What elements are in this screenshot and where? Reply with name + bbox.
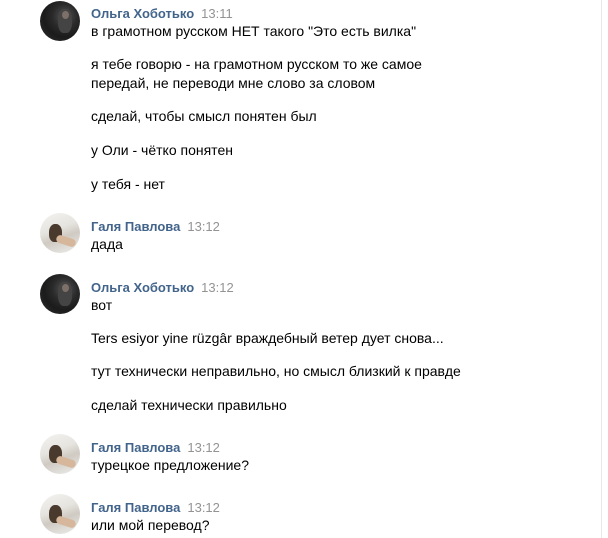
message-text: я тебе говорю - на грамотном русском то … (91, 56, 422, 72)
message-header: Галя Павлова 13:12 (91, 437, 220, 455)
avatar-face-shape (62, 11, 69, 19)
message-text: турецкое предложение? (91, 457, 249, 473)
message-header: Ольга Хоботько 13:12 (91, 277, 234, 295)
message-time[interactable]: 13:12 (187, 440, 220, 455)
message-text: тут технически неправильно, но смысл бли… (91, 363, 461, 379)
message-time[interactable]: 13:12 (187, 219, 220, 234)
message-header: Ольга Хоботько 13:11 (91, 3, 233, 21)
author-name[interactable]: Галя Павлова (91, 219, 180, 234)
avatar[interactable] (40, 1, 80, 41)
panel-border (601, 0, 602, 538)
avatar-face-shape (62, 284, 69, 292)
avatar[interactable] (40, 213, 80, 253)
author-name[interactable]: Галя Павлова (91, 500, 180, 515)
message-text: или мой перевод? (91, 517, 210, 533)
message-text: в грамотном русском НЕТ такого "Это есть… (91, 23, 417, 39)
message-time[interactable]: 13:12 (201, 280, 234, 295)
message-text: дада (91, 236, 123, 252)
avatar[interactable] (40, 274, 80, 314)
message-time[interactable]: 13:11 (201, 6, 233, 21)
message-header: Галя Павлова 13:12 (91, 216, 220, 234)
message-header: Галя Павлова 13:12 (91, 497, 220, 515)
avatar-arm-shape (55, 455, 77, 469)
avatar-arm-shape (55, 234, 77, 248)
message-text: передай, не переводи мне слово за словом (91, 75, 376, 91)
message-text: сделай, чтобы смысл понятен был (91, 108, 317, 124)
message-time[interactable]: 13:12 (187, 500, 220, 515)
avatar-arm-shape (55, 515, 77, 529)
message-text: сделай технически правильно (91, 397, 287, 413)
message-text: Ters esiyor yine rüzgâr враждебный ветер… (91, 330, 444, 346)
message-text: у тебя - нет (91, 176, 165, 192)
author-name[interactable]: Ольга Хоботько (91, 280, 194, 295)
avatar[interactable] (40, 434, 80, 474)
author-name[interactable]: Ольга Хоботько (91, 6, 194, 21)
message-text: у Оли - чётко понятен (91, 142, 233, 158)
message-text: вот (91, 297, 113, 313)
avatar[interactable] (40, 494, 80, 534)
author-name[interactable]: Галя Павлова (91, 440, 180, 455)
